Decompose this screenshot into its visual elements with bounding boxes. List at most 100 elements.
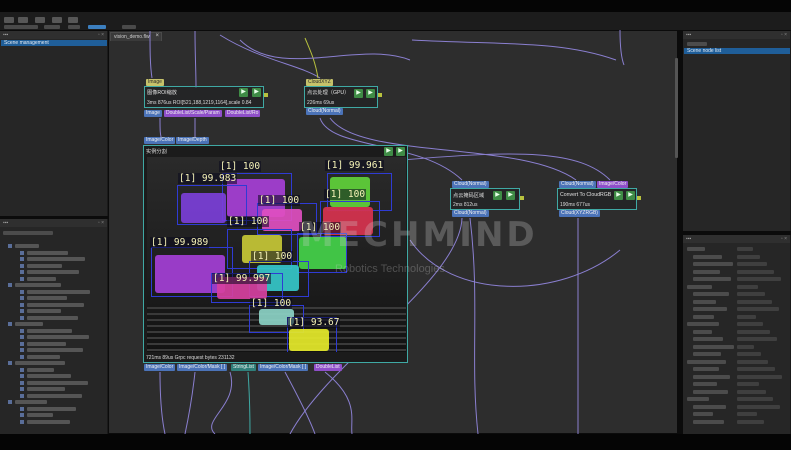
property-value[interactable] [737,374,782,379]
property-value[interactable] [737,337,777,341]
tree-item[interactable] [2,406,102,412]
toolbar-run-button[interactable] [4,25,38,29]
menu-view[interactable] [35,17,45,23]
tree-item[interactable] [2,367,102,373]
toolbar-settings-button[interactable] [122,25,136,29]
output-port[interactable]: Image/Color [144,364,176,371]
tree-item[interactable] [2,380,102,386]
property-value[interactable] [737,299,772,304]
property-value[interactable] [737,277,781,281]
property-value[interactable] [737,247,753,251]
tree-item[interactable] [2,328,102,334]
tree-item[interactable] [2,282,102,288]
right-list-selected[interactable]: Scene node list [684,48,790,54]
tree-item[interactable] [2,302,102,308]
property-value[interactable] [737,382,759,386]
property-value[interactable] [737,389,766,394]
tree-item[interactable] [2,386,102,392]
toolbar-camera-button[interactable] [88,25,106,29]
input-port[interactable]: Image/Color [144,137,176,144]
node-anchor[interactable] [520,196,524,200]
tree-item[interactable] [2,321,102,327]
node-anchor[interactable] [264,93,268,97]
search-field[interactable] [3,231,53,235]
tab-project[interactable]: vision_demo.flw × [110,32,162,41]
property-value[interactable] [737,419,764,424]
toolbar-save-button[interactable] [68,25,80,29]
canvas-scrollbar[interactable] [675,58,678,158]
property-value[interactable] [737,314,756,319]
project-tree-selected[interactable]: Scene management [1,40,107,46]
step-icon[interactable]: ▶ [506,191,515,200]
output-port[interactable]: StringList [231,364,256,371]
panel-float-icon[interactable]: ▫ × [98,32,104,38]
property-value[interactable] [737,344,754,349]
play-icon[interactable]: ▶ [614,191,623,200]
input-port[interactable]: Image [146,79,164,86]
close-icon[interactable]: × [155,33,159,39]
tree-item[interactable] [2,393,102,399]
output-port[interactable]: DoubleList/Scale/Param [164,110,222,117]
tree-item[interactable] [2,347,102,353]
property-value[interactable] [737,352,761,356]
input-port[interactable]: CloudXYZ [306,79,333,86]
play-icon[interactable]: ▶ [354,89,363,98]
tree-item[interactable] [2,295,102,301]
property-value[interactable] [737,404,780,409]
output-port[interactable]: Cloud(XYZRGB) [559,210,600,217]
tree-item[interactable] [2,354,102,360]
property-value[interactable] [737,412,757,416]
tree-item[interactable] [2,308,102,314]
input-port[interactable]: Cloud(Normal) [452,181,489,188]
property-value[interactable] [737,397,773,401]
output-port[interactable]: DoubleList/Ro [225,110,261,117]
play-icon[interactable]: ▶ [493,191,502,200]
step-icon[interactable]: ▶ [252,88,261,97]
tree-item[interactable] [2,419,102,425]
tree-item[interactable] [2,315,102,321]
property-value[interactable] [737,359,768,364]
menu-tools[interactable] [52,17,62,23]
tree-item[interactable] [2,269,102,275]
property-value[interactable] [737,322,763,326]
property-value[interactable] [737,367,775,371]
tree-item[interactable] [2,256,102,262]
input-port[interactable]: Cloud(Normal) [559,181,596,188]
tree-item[interactable] [2,250,102,256]
panel-float-icon[interactable]: ▫ × [98,220,104,226]
property-value[interactable] [737,254,760,259]
node-anchor[interactable] [378,93,382,97]
output-port[interactable]: DoubleList [314,364,342,371]
toolbar-stop-button[interactable] [44,25,60,29]
input-port[interactable]: Image/Color [597,181,629,188]
tree-item[interactable] [2,360,102,366]
property-value[interactable] [737,307,779,311]
menu-help[interactable] [68,17,78,23]
property-value[interactable] [737,269,774,274]
tree-item[interactable] [2,289,102,295]
node-anchor[interactable] [637,196,641,200]
menu-file[interactable] [4,17,14,23]
tree-item[interactable] [2,276,102,282]
panel-float-icon[interactable]: ▫ × [781,236,787,242]
panel-float-icon[interactable]: ▫ × [781,32,787,38]
step-icon[interactable]: ▶ [396,147,405,156]
output-port[interactable]: Image/Color/Mask [ ] [258,364,309,371]
tree-item[interactable] [2,373,102,379]
property-value[interactable] [737,284,758,289]
property-value[interactable] [737,329,770,334]
tree-item[interactable] [2,334,102,340]
play-icon[interactable]: ▶ [239,88,248,97]
menu-edit[interactable] [18,17,28,23]
play-icon[interactable]: ▶ [384,147,393,156]
tree-item[interactable] [2,243,102,249]
step-icon[interactable]: ▶ [626,191,635,200]
tree-item[interactable] [2,263,102,269]
output-port[interactable]: Cloud(Normal) [306,108,343,115]
tree-item[interactable] [2,341,102,347]
step-icon[interactable]: ▶ [366,89,375,98]
input-port[interactable]: Image/Depth [176,137,209,144]
property-value[interactable] [737,292,765,296]
output-port[interactable]: Image/Color/Mask [ ] [177,364,228,371]
tree-item[interactable] [2,412,102,418]
